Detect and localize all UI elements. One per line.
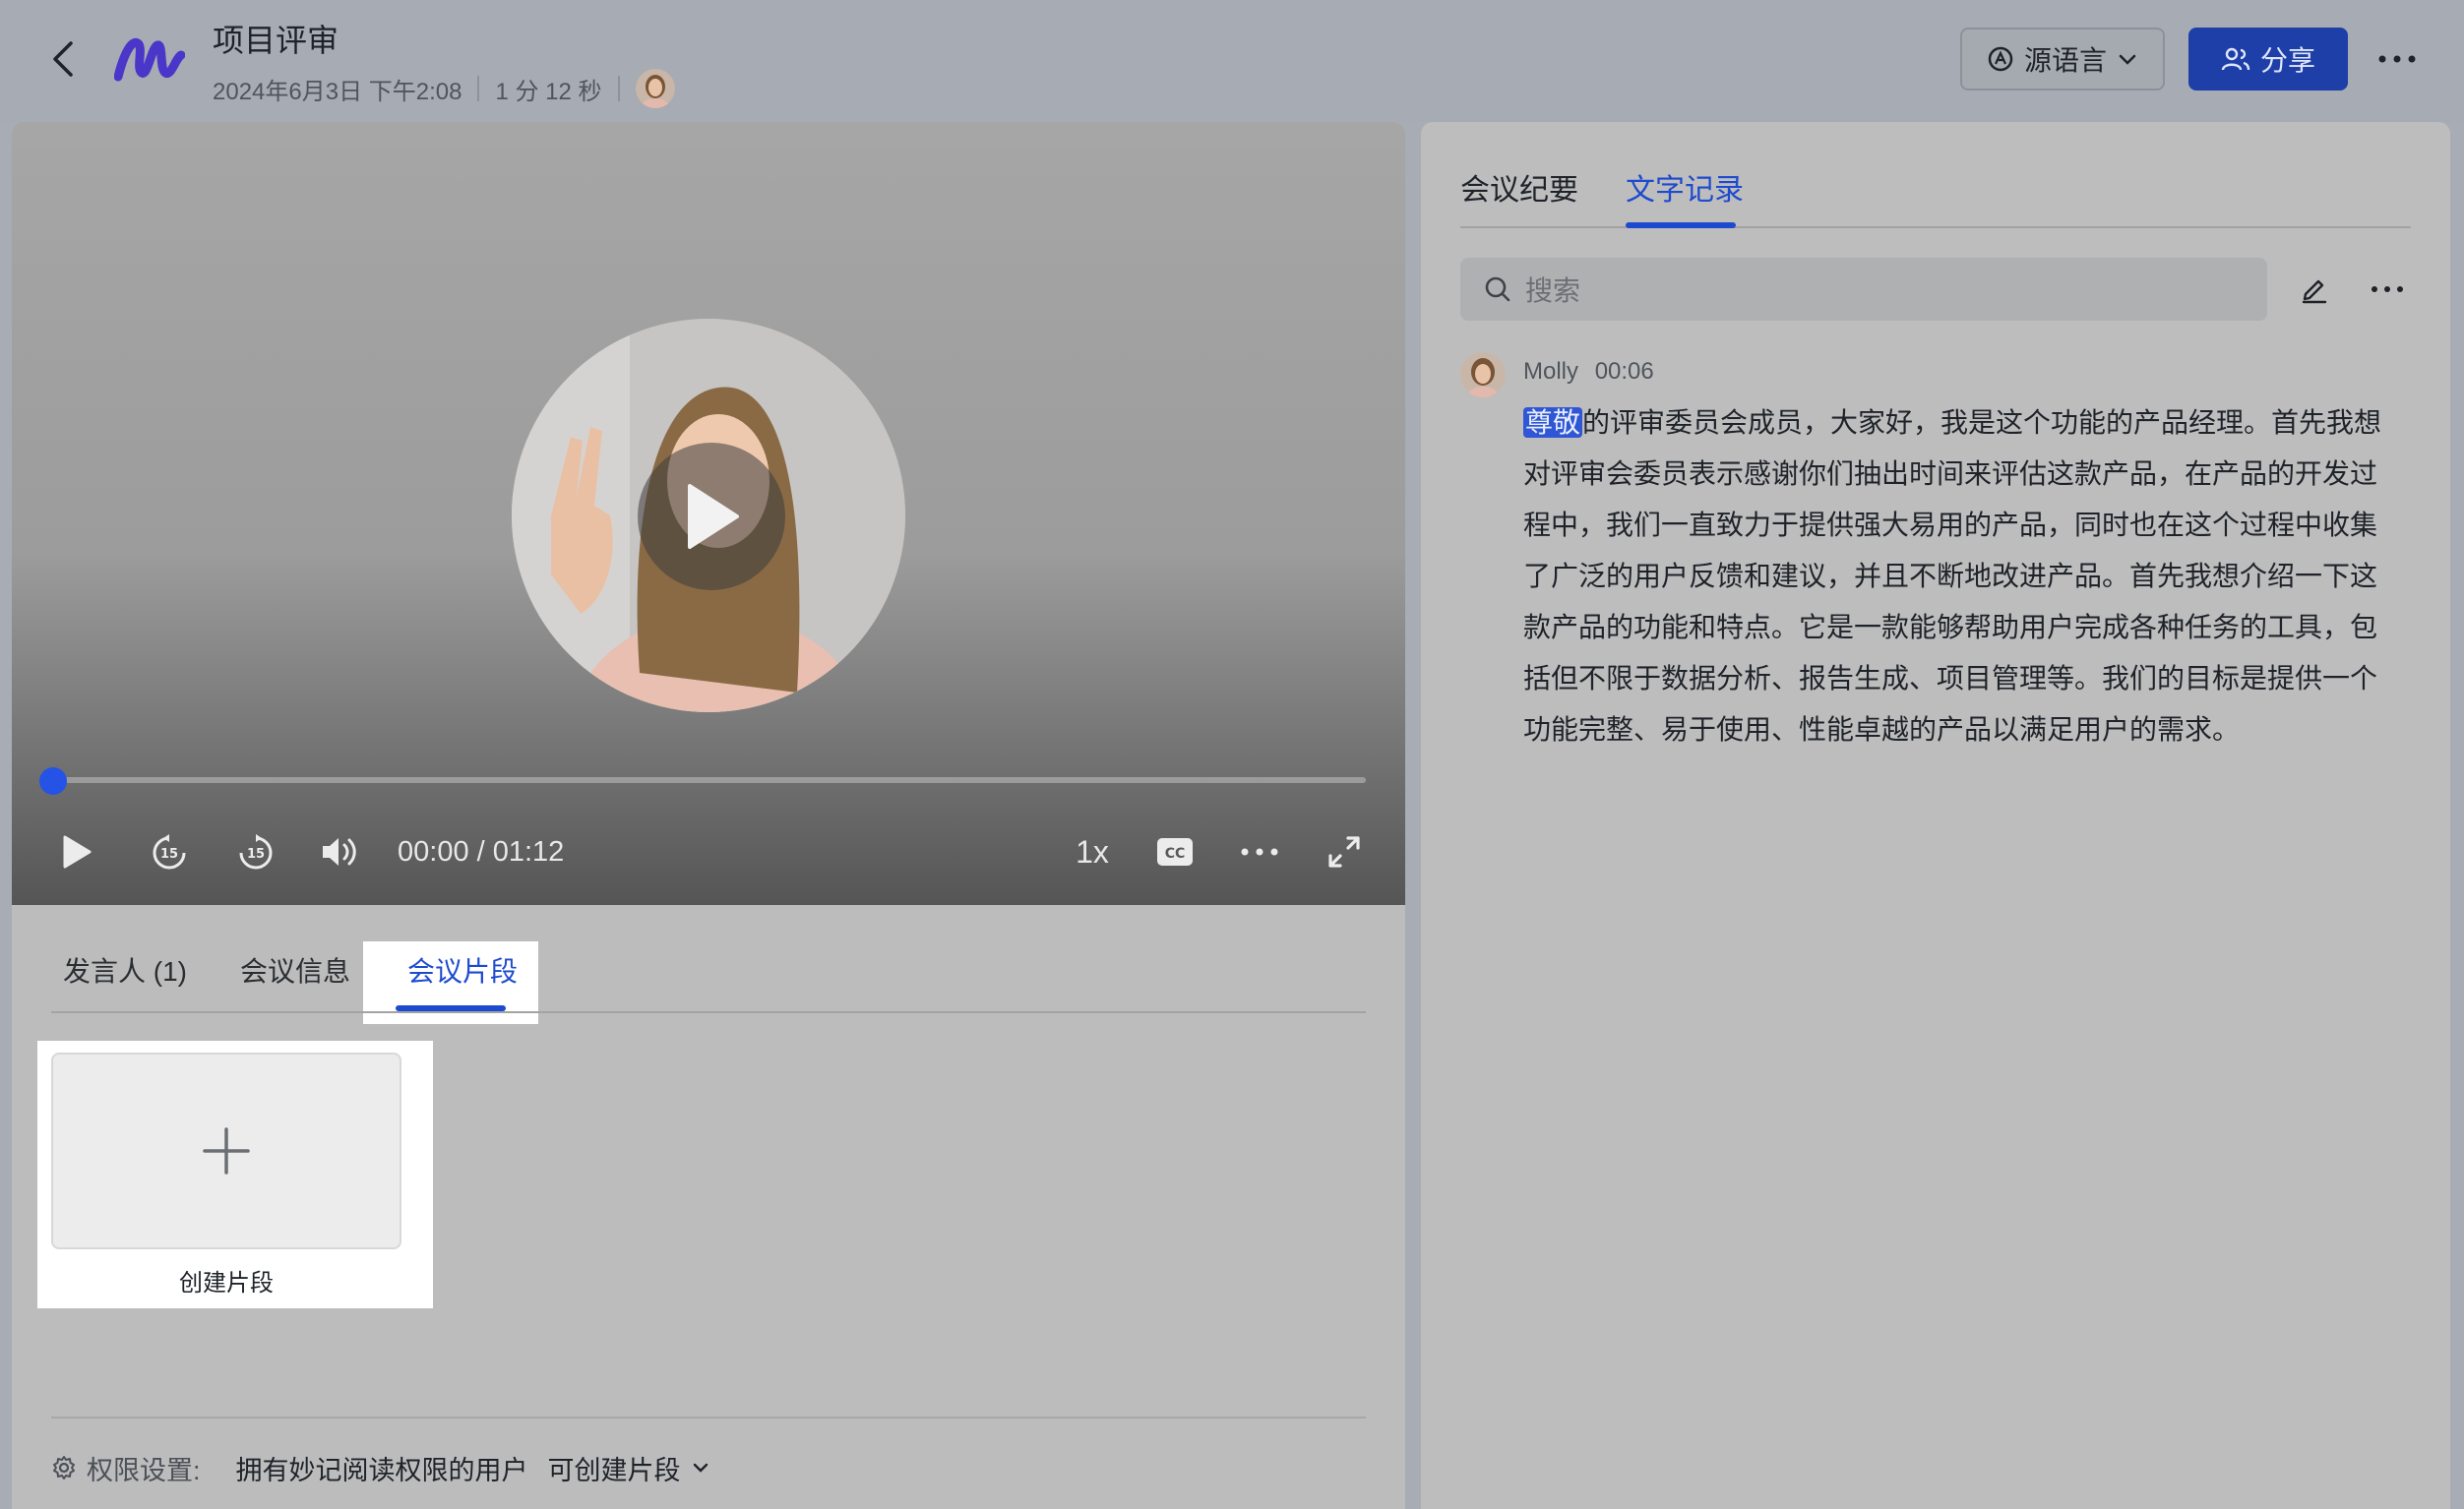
source-language-button[interactable]: 源语言	[1960, 28, 2165, 91]
chevron-down-icon	[2119, 54, 2136, 65]
video-player[interactable]: 15 15 00:00 / 01:12 1x CC	[12, 122, 1405, 905]
transcript-text: 的评审委员会成员，大家好，我是这个功能的产品经理。首先我想对评审会委员表示感谢你…	[1523, 407, 2382, 745]
tab-underline	[1626, 222, 1736, 228]
permission-dropdown[interactable]: 可创建片段	[548, 1449, 710, 1487]
app-window: 项目评审 2024年6月3日 下午2:08 1 分 12 秒 源语言 分享 15…	[0, 0, 2464, 1509]
meeting-meta: 2024年6月3日 下午2:08 1 分 12 秒	[213, 69, 675, 108]
divider	[51, 1417, 1366, 1418]
chevron-left-icon	[53, 41, 73, 77]
share-label: 分享	[2259, 45, 2315, 76]
participant-avatar[interactable]	[635, 69, 675, 108]
permission-action: 可创建片段	[547, 1455, 681, 1485]
search-icon	[1485, 276, 1510, 302]
header: 项目评审 2024年6月3日 下午2:08 1 分 12 秒 源语言 分享	[0, 0, 2464, 122]
play-icon	[63, 835, 92, 869]
rewind-15-icon: 15	[153, 834, 186, 870]
progress-handle[interactable]	[39, 767, 67, 795]
tab-transcript[interactable]: 文字记录	[1626, 165, 1744, 209]
more-horizontal-icon	[2378, 55, 2416, 63]
more-horizontal-icon	[1241, 848, 1278, 856]
search-placeholder: 搜索	[1525, 275, 1581, 306]
svg-text:CC: CC	[1165, 846, 1186, 862]
more-options-button[interactable]	[2372, 35, 2423, 83]
play-button[interactable]	[51, 822, 102, 881]
play-overlay-button[interactable]	[638, 443, 785, 590]
play-icon	[688, 484, 739, 549]
create-clip-button[interactable]	[51, 1053, 401, 1249]
page-title: 项目评审	[213, 23, 339, 58]
meeting-date: 2024年6月3日 下午2:08	[213, 78, 462, 105]
permission-label: 权限设置:	[87, 1455, 201, 1485]
player-more-button[interactable]	[1230, 822, 1289, 881]
meeting-duration: 1 分 12 秒	[495, 78, 602, 105]
volume-icon	[323, 838, 356, 866]
tab-meeting-info[interactable]: 会议信息	[240, 944, 350, 1013]
more-horizontal-icon	[2372, 286, 2403, 292]
left-tabs: 发言人 (1) 会议信息 会议片段	[51, 944, 1366, 1013]
pencil-icon	[2302, 279, 2327, 304]
rewind-15-button[interactable]: 15	[142, 822, 197, 881]
volume-button[interactable]	[311, 822, 366, 881]
chevron-down-icon	[693, 1463, 708, 1473]
tab-meeting-minutes[interactable]: 会议纪要	[1460, 165, 1578, 209]
plus-icon	[203, 1127, 250, 1175]
source-language-label: 源语言	[2023, 45, 2107, 76]
gear-icon	[53, 1456, 75, 1479]
svg-text:15: 15	[247, 847, 265, 862]
player-controls: 15 15 00:00 / 01:12 1x CC	[12, 822, 1405, 881]
captions-button[interactable]: CC	[1145, 822, 1204, 881]
divider	[617, 76, 620, 101]
fullscreen-icon	[1328, 836, 1360, 868]
svg-text:15: 15	[160, 847, 178, 862]
highlighted-word[interactable]: 尊敬	[1523, 407, 1583, 438]
divider	[477, 76, 480, 101]
speaker-avatar	[1460, 352, 1506, 397]
permission-scope: 拥有妙记阅读权限的用户	[235, 1455, 528, 1485]
create-clip-label: 创建片段	[179, 1270, 274, 1297]
back-button[interactable]	[43, 35, 83, 83]
playback-time: 00:00 / 01:12	[398, 836, 565, 868]
permission-settings: 权限设置: 拥有妙记阅读权限的用户 可创建片段	[51, 1448, 710, 1487]
translate-icon	[1988, 46, 2013, 72]
playback-speed-button[interactable]: 1x	[1057, 822, 1128, 881]
speaker-header: Molly 00:06	[1523, 358, 1654, 386]
right-panel: 会议纪要 文字记录 搜索 Molly 00:06 尊敬的评审委员会成员，大家好，…	[1421, 122, 2450, 1509]
tab-speakers[interactable]: 发言人 (1)	[63, 944, 187, 1013]
progress-bar[interactable]	[51, 777, 1366, 783]
share-button[interactable]: 分享	[2188, 28, 2348, 91]
transcript-paragraph[interactable]: 尊敬的评审委员会成员，大家好，我是这个功能的产品经理。首先我想对评审会委员表示感…	[1523, 397, 2383, 755]
tab-meeting-clips[interactable]: 会议片段	[407, 944, 518, 1013]
tab-underline	[396, 1005, 506, 1011]
speaker-timestamp[interactable]: 00:06	[1595, 358, 1654, 385]
left-panel: 15 15 00:00 / 01:12 1x CC 发言人 (1) 会议信息 会…	[12, 122, 1405, 1509]
fullscreen-button[interactable]	[1317, 822, 1372, 881]
transcript-more-button[interactable]	[2364, 266, 2411, 313]
right-tabs: 会议纪要 文字记录	[1460, 122, 2411, 228]
speaker-name[interactable]: Molly	[1523, 358, 1578, 385]
transcript-search-input[interactable]: 搜索	[1460, 258, 2267, 321]
edit-transcript-button[interactable]	[2291, 266, 2338, 313]
forward-15-button[interactable]: 15	[228, 822, 283, 881]
app-logo-icon	[113, 30, 186, 85]
users-icon	[2221, 47, 2250, 71]
cc-icon: CC	[1157, 838, 1193, 866]
forward-15-icon: 15	[239, 834, 273, 870]
